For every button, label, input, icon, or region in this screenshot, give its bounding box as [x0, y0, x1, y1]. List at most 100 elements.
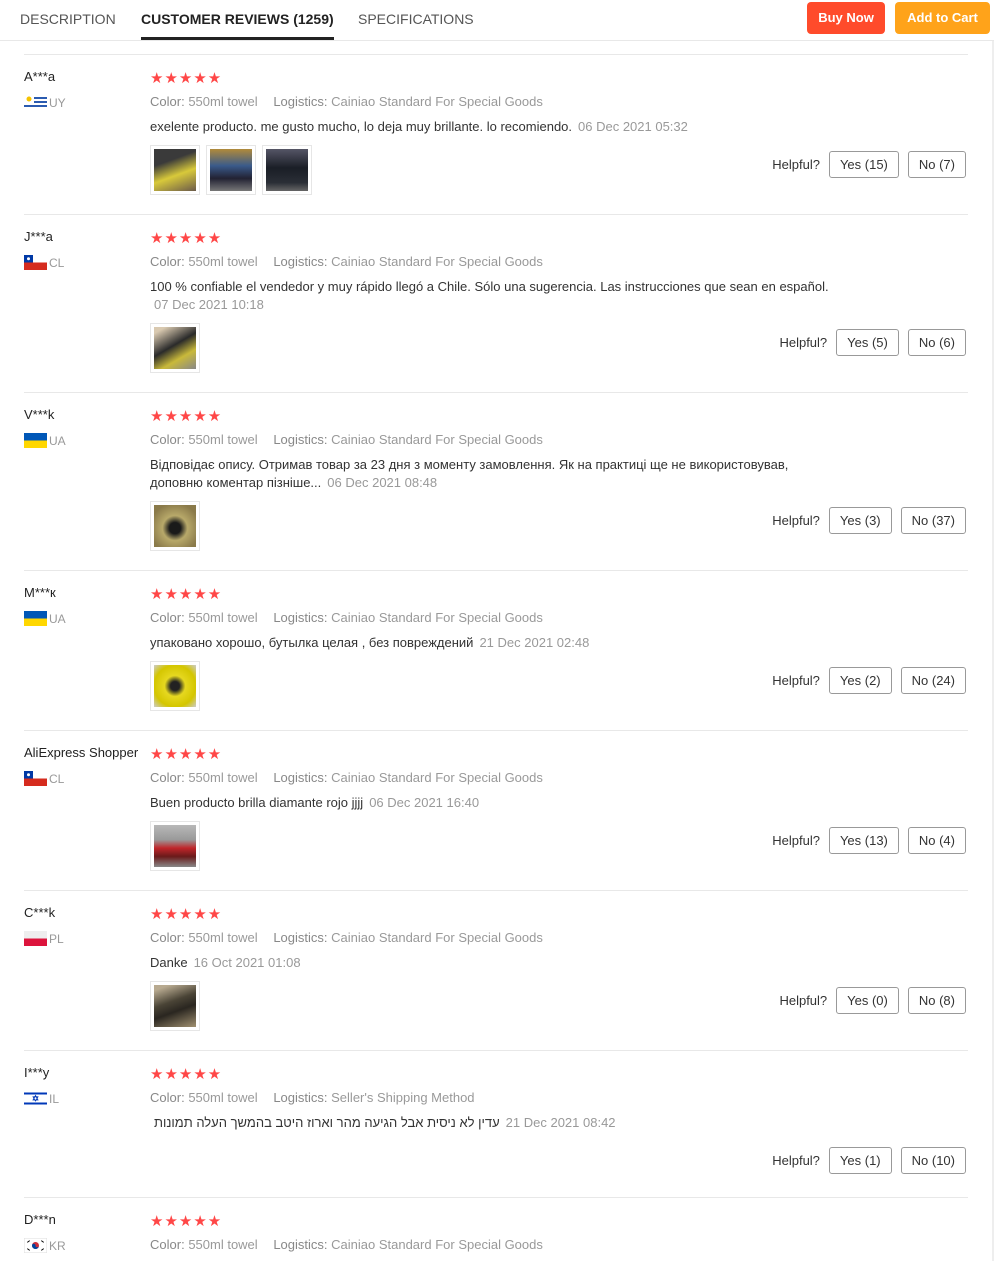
logistics-value: Cainiao Standard For Special Goods [331, 1237, 543, 1252]
review-photos [150, 661, 200, 711]
helpful-yes-button[interactable]: Yes (0) [836, 987, 899, 1014]
helpful-yes-button[interactable]: Yes (3) [828, 507, 892, 534]
reviewer-country: IL [24, 1091, 59, 1106]
review-photos [150, 145, 312, 195]
review-photos [150, 981, 200, 1031]
review-photo[interactable] [150, 661, 200, 711]
review-body: 100 % confiable el vendedor y muy rápido… [150, 279, 829, 294]
helpful-label: Helpful? [779, 335, 828, 350]
color-label: Color: [150, 1090, 185, 1105]
review-text: упаковано хорошо, бутылка целая , без по… [150, 634, 870, 652]
logistics-value: Cainiao Standard For Special Goods [331, 432, 543, 447]
review-tabs-bar: DESCRIPTION CUSTOMER REVIEWS (1259) SPEC… [0, 0, 994, 41]
logistics-value: Cainiao Standard For Special Goods [331, 770, 543, 785]
tab-description[interactable]: DESCRIPTION [20, 0, 116, 41]
add-to-cart-button[interactable]: Add to Cart [895, 2, 990, 34]
poland-flag-icon [24, 931, 47, 946]
review-meta: Color: 550ml towel Logistics: Seller's S… [150, 1090, 475, 1105]
review-photo[interactable] [150, 145, 200, 195]
review-text: Danke 16 Oct 2021 01:08 [150, 954, 870, 972]
divider [24, 570, 968, 571]
country-code: UY [49, 95, 66, 110]
logistics-label: Logistics: [273, 94, 328, 109]
tab-customer-reviews[interactable]: CUSTOMER REVIEWS (1259) [141, 0, 334, 41]
helpful-no-button[interactable]: No (7) [907, 151, 966, 178]
divider [24, 730, 968, 731]
color-value: 550ml towel [188, 930, 258, 945]
color-label: Color: [150, 254, 185, 269]
color-label: Color: [150, 610, 185, 625]
rating-stars: ★★★★★ [150, 70, 223, 87]
color-label: Color: [150, 930, 185, 945]
helpful-yes-button[interactable]: Yes (13) [828, 827, 899, 854]
helpful-label: Helpful? [779, 993, 828, 1008]
uruguay-flag-icon [24, 95, 47, 110]
rating-stars: ★★★★★ [150, 1213, 223, 1230]
country-code: PL [49, 931, 64, 946]
review-photos [150, 821, 200, 871]
logistics-value: Cainiao Standard For Special Goods [331, 254, 543, 269]
helpful-label: Helpful? [772, 673, 820, 688]
helpful-no-button[interactable]: No (37) [900, 507, 966, 534]
review-text: עדין לא ניסית אבל הגיעה מהר וארוז היטב ב… [154, 1114, 874, 1132]
review-meta: Color: 550ml towel Logistics: Cainiao St… [150, 432, 543, 447]
logistics-value: Cainiao Standard For Special Goods [331, 94, 543, 109]
helpful-no-button[interactable]: No (24) [900, 667, 966, 694]
helpful-no-button[interactable]: No (8) [907, 987, 966, 1014]
helpful-vote: Helpful? Yes (15) No (7) [772, 151, 966, 178]
review-photo[interactable] [150, 821, 200, 871]
buy-now-button[interactable]: Buy Now [807, 2, 885, 34]
ukraine-flag-icon [24, 433, 47, 448]
color-label: Color: [150, 770, 185, 785]
logistics-label: Logistics: [273, 1237, 328, 1252]
country-code: CL [49, 255, 65, 270]
rating-stars: ★★★★★ [150, 746, 223, 763]
review-photo[interactable] [262, 145, 312, 195]
divider [24, 392, 968, 393]
review-date: 06 Dec 2021 05:32 [578, 119, 688, 134]
divider [24, 890, 968, 891]
color-value: 550ml towel [188, 432, 258, 447]
review-text: 100 % confiable el vendedor y muy rápido… [150, 278, 865, 314]
helpful-no-button[interactable]: No (4) [907, 827, 966, 854]
helpful-vote: Helpful? Yes (3) No (37) [772, 507, 966, 534]
reviewer-name: AliExpress Shopper [24, 745, 139, 760]
review-photo[interactable] [150, 981, 200, 1031]
review-body: exelente producto. me gusto mucho, lo de… [150, 119, 573, 134]
country-code: IL [49, 1091, 60, 1106]
helpful-yes-button[interactable]: Yes (2) [828, 667, 892, 694]
rating-stars: ★★★★★ [150, 906, 223, 923]
logistics-label: Logistics: [273, 930, 328, 945]
helpful-yes-button[interactable]: Yes (1) [828, 1147, 892, 1174]
color-value: 550ml towel [188, 1237, 258, 1252]
review-photo[interactable] [206, 145, 256, 195]
helpful-vote: Helpful? Yes (5) No (6) [779, 329, 966, 356]
reviewer-country: CL [24, 771, 64, 786]
logistics-label: Logistics: [273, 254, 328, 269]
review-photo[interactable] [150, 501, 200, 551]
rating-stars: ★★★★★ [150, 586, 223, 603]
rating-stars: ★★★★★ [150, 230, 223, 247]
review-meta: Color: 550ml towel Logistics: Cainiao St… [150, 610, 543, 625]
review-photo[interactable] [150, 323, 200, 373]
helpful-yes-button[interactable]: Yes (5) [836, 329, 899, 356]
country-code: UA [49, 611, 66, 626]
helpful-yes-button[interactable]: Yes (15) [828, 151, 899, 178]
helpful-no-button[interactable]: No (6) [907, 329, 966, 356]
tab-specifications[interactable]: SPECIFICATIONS [358, 0, 474, 41]
divider [24, 214, 968, 215]
review-text: Відповідає опису. Отримав товар за 23 дн… [150, 456, 840, 492]
helpful-no-button[interactable]: No (10) [900, 1147, 966, 1174]
reviewer-name: D***n [24, 1212, 56, 1227]
review-photos [150, 323, 200, 373]
review-body: עדין לא ניסית אבל הגיעה מהר וארוז היטב ב… [154, 1115, 500, 1130]
chile-flag-icon [24, 255, 47, 270]
color-value: 550ml towel [188, 770, 258, 785]
helpful-label: Helpful? [772, 1153, 820, 1168]
logistics-label: Logistics: [273, 770, 328, 785]
logistics-value: Cainiao Standard For Special Goods [331, 930, 543, 945]
color-value: 550ml towel [188, 1090, 258, 1105]
reviewer-name: A***a [24, 69, 56, 84]
helpful-vote: Helpful? Yes (1) No (10) [772, 1147, 966, 1174]
review-body: Danke [150, 955, 188, 970]
